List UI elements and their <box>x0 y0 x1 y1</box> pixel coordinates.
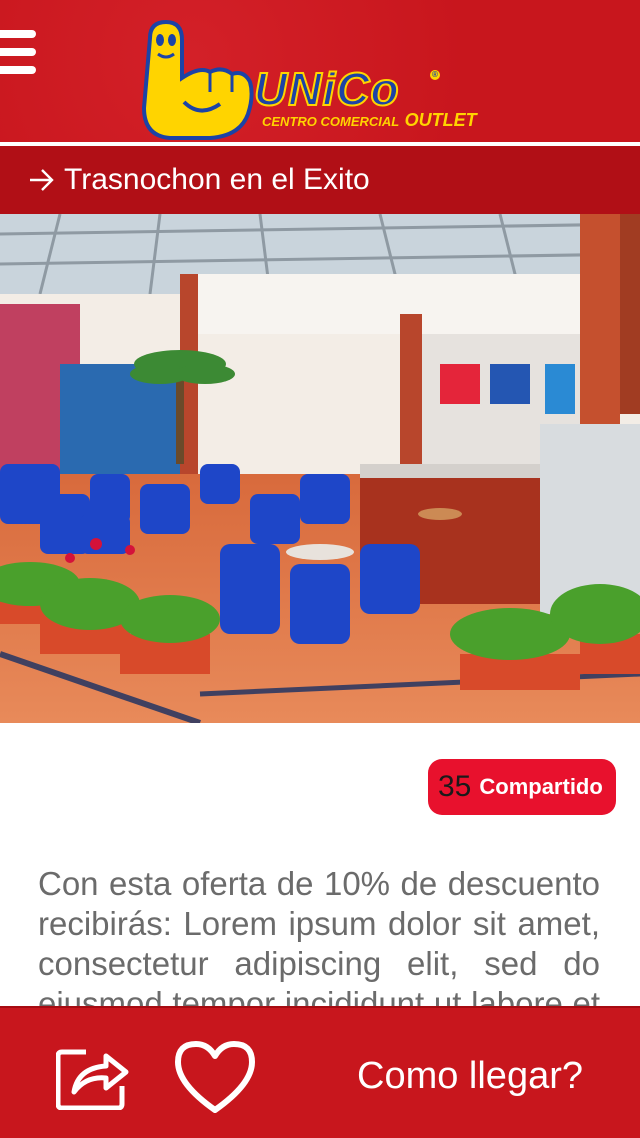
bottom-action-bar: Como llegar? <box>0 1006 640 1138</box>
menu-button[interactable] <box>0 28 38 80</box>
hero-image <box>0 214 640 723</box>
food-court-photo <box>0 214 640 723</box>
menu-line <box>0 30 36 38</box>
offer-description: Con esta oferta de 10% de descuento reci… <box>38 865 600 1014</box>
share-count-badge[interactable]: 35 Compartido <box>428 759 616 815</box>
thumb-mascot-icon <box>141 19 254 140</box>
menu-line <box>0 48 36 56</box>
heart-icon[interactable] <box>174 1040 256 1114</box>
registered-mark: ® <box>430 70 440 80</box>
share-count: 35 <box>438 770 472 803</box>
share-icon[interactable] <box>56 1042 130 1110</box>
logo-sub-prefix: CENTRO COMERCIAL <box>262 114 399 129</box>
directions-button[interactable]: Como llegar? <box>340 1048 600 1104</box>
logo-sub-outlet: OUTLET <box>404 110 477 130</box>
unico-logo[interactable]: UNiCo ® CENTRO COMERCIAL OUTLET <box>140 18 477 142</box>
page-title: Trasnochon en el Exito <box>64 163 370 196</box>
arrow-right-icon <box>30 169 54 191</box>
logo-subtitle: CENTRO COMERCIAL OUTLET <box>262 110 477 131</box>
share-count-label: Compartido <box>479 774 603 799</box>
title-bar: Trasnochon en el Exito <box>0 146 640 214</box>
app-header: UNiCo ® CENTRO COMERCIAL OUTLET <box>0 0 640 142</box>
menu-line <box>0 66 36 74</box>
logo-wordmark: UNiCo <box>253 62 400 116</box>
